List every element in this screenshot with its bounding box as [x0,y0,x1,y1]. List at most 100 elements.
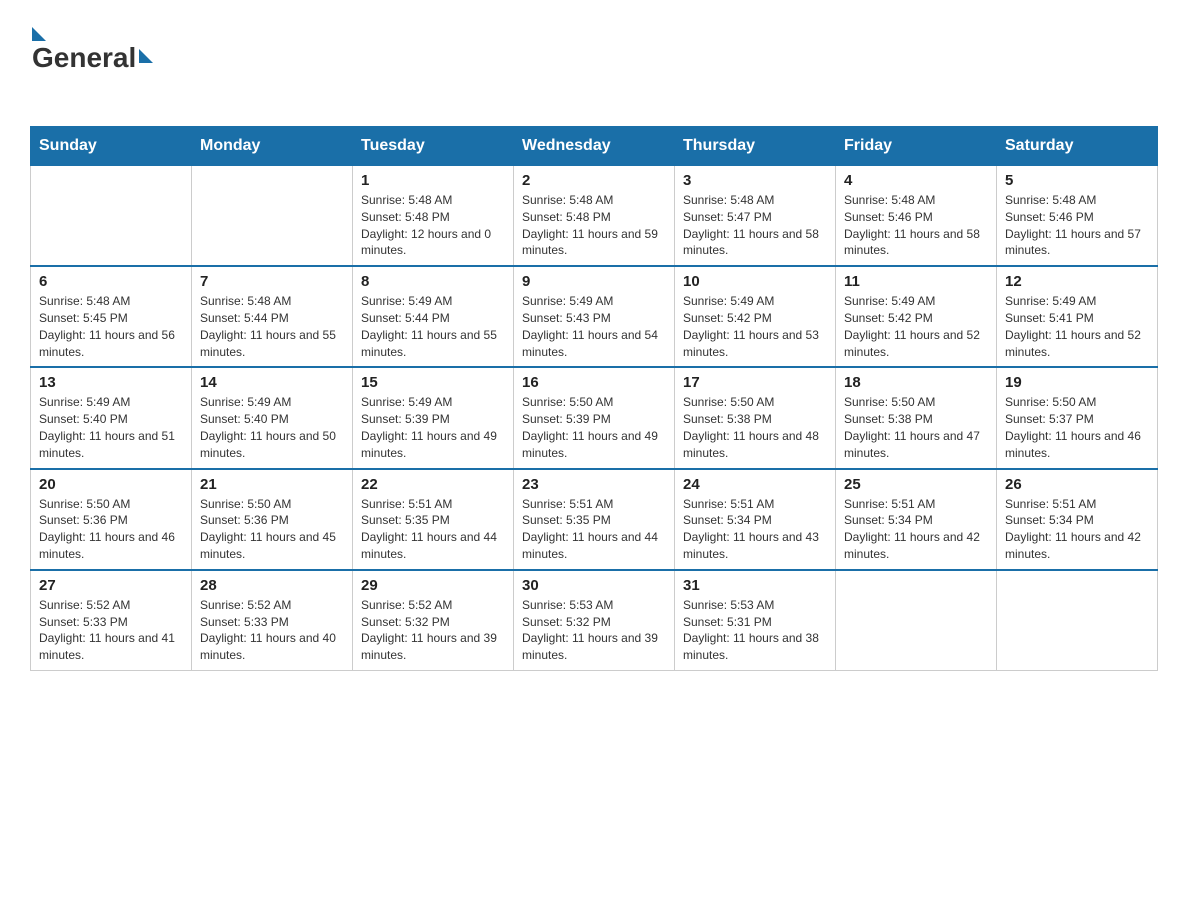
table-row: 1 Sunrise: 5:48 AMSunset: 5:48 PMDaylight… [353,166,514,267]
col-saturday: Saturday [997,127,1158,166]
day-number: 31 [683,577,827,594]
logo-area: General [30,20,153,106]
day-info: Sunrise: 5:52 AMSunset: 5:33 PMDaylight:… [200,597,344,664]
table-row: 6Sunrise: 5:48 AMSunset: 5:45 PMDaylight… [31,266,192,367]
table-row: 16 Sunrise: 5:50 AMSunset: 5:39 PMDayligh… [514,367,675,468]
day-number: 27 [39,577,183,594]
table-row: 10 Sunrise: 5:49 AMSunset: 5:42 PMDayligh… [675,266,836,367]
day-number: 25 [844,476,988,493]
day-number: 3 [683,172,827,189]
day-number: 24 [683,476,827,493]
table-row: 21 Sunrise: 5:50 AMSunset: 5:36 PMDayligh… [192,469,353,570]
day-number: 7 [200,273,344,290]
day-info: Sunrise: 5:48 AMSunset: 5:48 PMDaylight:… [522,192,666,259]
table-row: 31 Sunrise: 5:53 AMSunset: 5:31 PMDayligh… [675,570,836,671]
col-thursday: Thursday [675,127,836,166]
table-row: 20 Sunrise: 5:50 AMSunset: 5:36 PMDayligh… [31,469,192,570]
day-info: Sunrise: 5:49 AMSunset: 5:41 PMDaylight:… [1005,293,1149,360]
col-tuesday: Tuesday [353,127,514,166]
day-info: Sunrise: 5:49 AMSunset: 5:39 PMDaylight:… [361,394,505,461]
day-number: 16 [522,374,666,391]
header: General [30,20,1158,106]
day-info: Sunrise: 5:49 AMSunset: 5:44 PMDaylight:… [361,293,505,360]
day-number: 10 [683,273,827,290]
table-row: 29 Sunrise: 5:52 AMSunset: 5:32 PMDayligh… [353,570,514,671]
table-row: 19Sunrise: 5:50 AMSunset: 5:37 PMDayligh… [997,367,1158,468]
table-row: 17 Sunrise: 5:50 AMSunset: 5:38 PMDayligh… [675,367,836,468]
day-number: 4 [844,172,988,189]
table-row: 18 Sunrise: 5:50 AMSunset: 5:38 PMDayligh… [836,367,997,468]
table-row: 7 Sunrise: 5:48 AMSunset: 5:44 PMDaylight… [192,266,353,367]
day-info: Sunrise: 5:48 AMSunset: 5:46 PMDaylight:… [844,192,988,259]
day-info: Sunrise: 5:48 AMSunset: 5:46 PMDaylight:… [1005,192,1149,259]
day-number: 28 [200,577,344,594]
day-info: Sunrise: 5:50 AMSunset: 5:36 PMDaylight:… [200,496,344,563]
day-number: 21 [200,476,344,493]
day-number: 8 [361,273,505,290]
table-row: 9Sunrise: 5:49 AMSunset: 5:43 PMDaylight… [514,266,675,367]
calendar-table: Sunday Monday Tuesday Wednesday Thursday… [30,126,1158,671]
day-info: Sunrise: 5:51 AMSunset: 5:34 PMDaylight:… [844,496,988,563]
table-row: 22Sunrise: 5:51 AMSunset: 5:35 PMDayligh… [353,469,514,570]
logo-blue-line [32,74,34,106]
day-info: Sunrise: 5:48 AMSunset: 5:47 PMDaylight:… [683,192,827,259]
col-friday: Friday [836,127,997,166]
day-info: Sunrise: 5:49 AMSunset: 5:42 PMDaylight:… [683,293,827,360]
table-row: 11Sunrise: 5:49 AMSunset: 5:42 PMDayligh… [836,266,997,367]
day-info: Sunrise: 5:49 AMSunset: 5:43 PMDaylight:… [522,293,666,360]
table-row: 8 Sunrise: 5:49 AMSunset: 5:44 PMDaylight… [353,266,514,367]
table-row: 25 Sunrise: 5:51 AMSunset: 5:34 PMDayligh… [836,469,997,570]
table-row: 15Sunrise: 5:49 AMSunset: 5:39 PMDayligh… [353,367,514,468]
day-info: Sunrise: 5:51 AMSunset: 5:35 PMDaylight:… [522,496,666,563]
col-sunday: Sunday [31,127,192,166]
table-row: 27 Sunrise: 5:52 AMSunset: 5:33 PMDayligh… [31,570,192,671]
day-info: Sunrise: 5:52 AMSunset: 5:33 PMDaylight:… [39,597,183,664]
table-row: 30 Sunrise: 5:53 AMSunset: 5:32 PMDayligh… [514,570,675,671]
col-monday: Monday [192,127,353,166]
day-number: 1 [361,172,505,189]
day-info: Sunrise: 5:50 AMSunset: 5:39 PMDaylight:… [522,394,666,461]
day-number: 18 [844,374,988,391]
day-info: Sunrise: 5:52 AMSunset: 5:32 PMDaylight:… [361,597,505,664]
table-row [997,570,1158,671]
day-number: 5 [1005,172,1149,189]
logo-triangle-icon [32,27,46,41]
day-number: 14 [200,374,344,391]
day-info: Sunrise: 5:53 AMSunset: 5:32 PMDaylight:… [522,597,666,664]
table-row [192,166,353,267]
day-number: 23 [522,476,666,493]
day-info: Sunrise: 5:51 AMSunset: 5:34 PMDaylight:… [683,496,827,563]
table-row: 4 Sunrise: 5:48 AMSunset: 5:46 PMDaylight… [836,166,997,267]
day-info: Sunrise: 5:48 AMSunset: 5:44 PMDaylight:… [200,293,344,360]
day-number: 22 [361,476,505,493]
day-info: Sunrise: 5:49 AMSunset: 5:40 PMDaylight:… [200,394,344,461]
day-number: 19 [1005,374,1149,391]
day-info: Sunrise: 5:49 AMSunset: 5:40 PMDaylight:… [39,394,183,461]
day-number: 2 [522,172,666,189]
logo-triangle2-icon [139,49,153,63]
table-row: 23 Sunrise: 5:51 AMSunset: 5:35 PMDayligh… [514,469,675,570]
table-row [836,570,997,671]
table-row: 28 Sunrise: 5:52 AMSunset: 5:33 PMDayligh… [192,570,353,671]
day-number: 20 [39,476,183,493]
logo-general-text2: General [32,42,136,74]
day-info: Sunrise: 5:53 AMSunset: 5:31 PMDaylight:… [683,597,827,664]
day-info: Sunrise: 5:50 AMSunset: 5:38 PMDaylight:… [683,394,827,461]
col-wednesday: Wednesday [514,127,675,166]
day-number: 30 [522,577,666,594]
day-info: Sunrise: 5:48 AMSunset: 5:48 PMDaylight:… [361,192,505,259]
calendar-header-row: Sunday Monday Tuesday Wednesday Thursday… [31,127,1158,166]
table-row: 26Sunrise: 5:51 AMSunset: 5:34 PMDayligh… [997,469,1158,570]
table-row: 13Sunrise: 5:49 AMSunset: 5:40 PMDayligh… [31,367,192,468]
day-number: 17 [683,374,827,391]
day-info: Sunrise: 5:50 AMSunset: 5:36 PMDaylight:… [39,496,183,563]
day-number: 6 [39,273,183,290]
table-row: 2 Sunrise: 5:48 AMSunset: 5:48 PMDaylight… [514,166,675,267]
day-number: 11 [844,273,988,290]
table-row: 14 Sunrise: 5:49 AMSunset: 5:40 PMDayligh… [192,367,353,468]
table-row: 12Sunrise: 5:49 AMSunset: 5:41 PMDayligh… [997,266,1158,367]
table-row: 5 Sunrise: 5:48 AMSunset: 5:46 PMDaylight… [997,166,1158,267]
day-info: Sunrise: 5:50 AMSunset: 5:38 PMDaylight:… [844,394,988,461]
table-row: 24 Sunrise: 5:51 AMSunset: 5:34 PMDayligh… [675,469,836,570]
day-number: 29 [361,577,505,594]
